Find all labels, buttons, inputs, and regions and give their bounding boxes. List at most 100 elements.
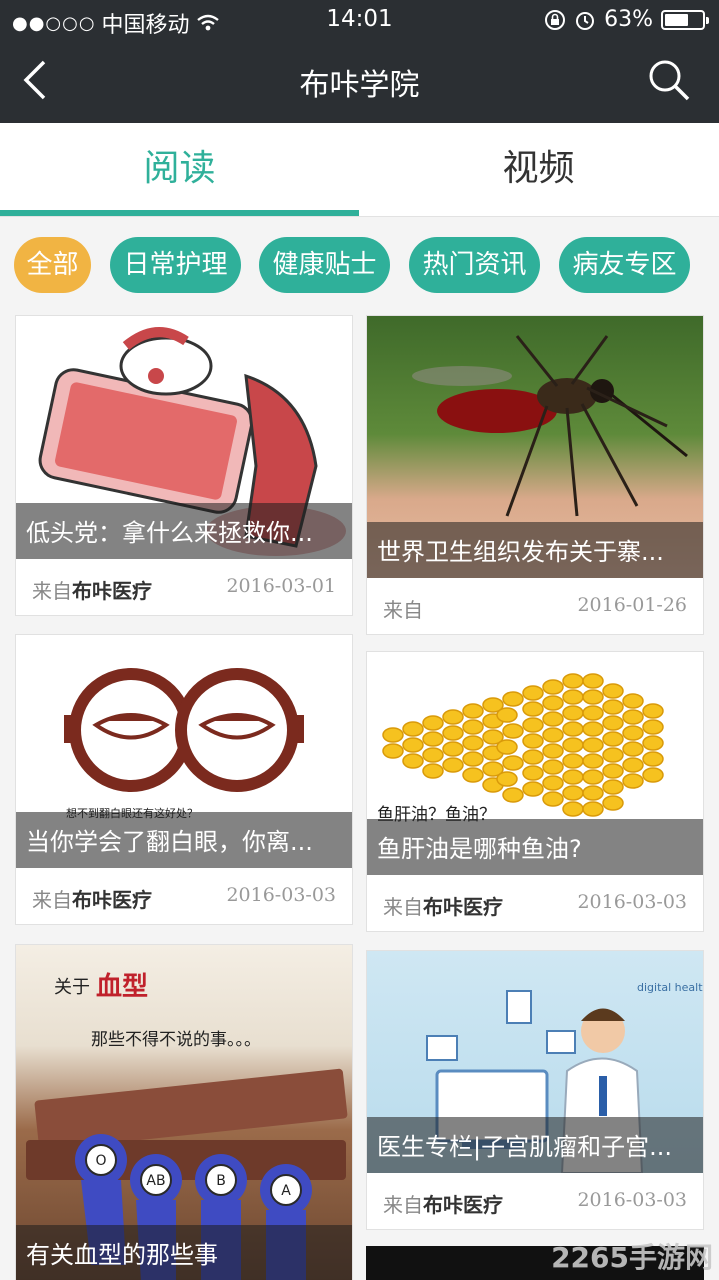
capsule xyxy=(602,747,624,763)
capsule xyxy=(622,773,644,789)
alarm-icon xyxy=(576,11,595,30)
capsule xyxy=(496,739,518,755)
capsule xyxy=(542,711,564,727)
capsule xyxy=(642,767,664,783)
category-filter: 全部 日常护理 健康贴士 热门资讯 病友专区 xyxy=(14,237,714,293)
capsule xyxy=(602,763,624,779)
capsule xyxy=(522,685,544,701)
article-thumbnail: 鱼肝油？鱼油？ 鱼肝油是哪种鱼油? xyxy=(367,652,703,875)
battery-percent: 63% xyxy=(604,7,653,32)
svg-text:AB: AB xyxy=(146,1173,165,1189)
capsule xyxy=(542,791,564,807)
capsule xyxy=(522,749,544,765)
capsule xyxy=(522,717,544,733)
article-meta: 来自布咔医疗 2016-03-03 xyxy=(367,875,703,931)
capsule xyxy=(382,743,404,759)
capsule xyxy=(622,741,644,757)
tab-indicator xyxy=(0,210,359,216)
capsule xyxy=(562,785,584,801)
capsule xyxy=(622,757,644,773)
rotation-lock-icon xyxy=(545,9,566,30)
tab-read[interactable]: 阅读 xyxy=(0,123,359,217)
article-card[interactable]: 低头党：拿什么来拯救你... 来自布咔医疗 2016-03-01 xyxy=(15,315,353,616)
capsule xyxy=(622,725,644,741)
svg-text:digital health: digital health xyxy=(637,981,703,994)
capsule xyxy=(582,705,604,721)
capsule xyxy=(542,679,564,695)
capsule xyxy=(542,727,564,743)
category-daily-care[interactable]: 日常护理 xyxy=(110,237,241,293)
article-date: 2016-03-03 xyxy=(226,884,336,906)
capsule xyxy=(462,751,484,767)
article-thumbnail: 低头党：拿什么来拯救你... xyxy=(16,316,352,559)
capsule xyxy=(562,769,584,785)
capsule xyxy=(622,693,644,709)
article-thumbnail: 想不到翻白眼还有这好处？ 当你学会了翻白眼，你离... xyxy=(16,635,352,868)
article-thumbnail: digital health 医生专栏|子宫肌瘤和子宫... xyxy=(367,951,703,1173)
capsule xyxy=(462,767,484,783)
article-meta: 来自 2016-01-26 xyxy=(367,578,703,634)
article-meta: 来自布咔医疗 2016-03-01 xyxy=(16,559,352,615)
article-title: 低头党：拿什么来拯救你... xyxy=(16,503,352,559)
article-meta: 来自布咔医疗 2016-03-03 xyxy=(367,1173,703,1229)
capsule xyxy=(502,755,524,771)
article-title: 当你学会了翻白眼，你离... xyxy=(16,812,352,868)
article-card[interactable]: digital health 医生专栏|子宫肌瘤和子宫... 来自布咔医疗 20… xyxy=(366,950,704,1230)
category-hot-news[interactable]: 热门资讯 xyxy=(409,237,540,293)
svg-text:O: O xyxy=(95,1153,106,1169)
capsule xyxy=(422,763,444,779)
capsule xyxy=(582,769,604,785)
capsule xyxy=(562,721,584,737)
page-title: 布咔学院 xyxy=(299,68,420,103)
capsule xyxy=(622,709,644,725)
capsule xyxy=(562,673,584,689)
battery-level xyxy=(665,13,688,26)
svg-text:B: B xyxy=(216,1173,226,1189)
svg-text:血型: 血型 xyxy=(96,972,148,1002)
capsule xyxy=(442,757,464,773)
tab-video[interactable]: 视频 xyxy=(359,123,718,217)
capsule xyxy=(462,719,484,735)
article-source: 来自布咔医疗 xyxy=(32,579,152,603)
capsule xyxy=(602,683,624,699)
capsule xyxy=(602,715,624,731)
capsule xyxy=(542,743,564,759)
capsule xyxy=(642,719,664,735)
capsule xyxy=(442,725,464,741)
article-card[interactable]: 世界卫生组织发布关于寨... 来自 2016-01-26 xyxy=(366,315,704,635)
article-meta: 来自布咔医疗 2016-03-03 xyxy=(16,868,352,924)
battery-icon xyxy=(661,9,709,30)
capsule xyxy=(462,703,484,719)
capsule xyxy=(522,733,544,749)
capsule xyxy=(422,731,444,747)
status-bar: ●●○○○ 中国移动 14:01 63% xyxy=(0,0,719,40)
capsule xyxy=(442,741,464,757)
capsule xyxy=(582,753,604,769)
article-date: 2016-03-01 xyxy=(226,575,336,597)
capsule xyxy=(562,737,584,753)
article-thumbnail: 关于 血型 那些不得不说的事。。。 O AB B A 有关血型的那些事 xyxy=(16,945,352,1280)
capsule xyxy=(582,785,604,801)
capsule xyxy=(642,703,664,719)
article-source: 来自布咔医疗 xyxy=(383,1193,503,1217)
article-date: 2016-01-26 xyxy=(577,594,687,616)
capsule xyxy=(382,727,404,743)
category-patient-zone[interactable]: 病友专区 xyxy=(559,237,690,293)
search-icon[interactable] xyxy=(647,58,691,102)
top-bar: ●●○○○ 中国移动 14:01 63% 布咔学院 xyxy=(0,0,719,123)
article-card[interactable]: 关于 血型 那些不得不说的事。。。 O AB B A 有关血型的那些事 xyxy=(15,944,353,1280)
svg-text:关于: 关于 xyxy=(54,977,90,998)
capsule xyxy=(402,737,424,753)
capsule xyxy=(522,765,544,781)
capsule xyxy=(422,747,444,763)
article-source: 来自布咔医疗 xyxy=(32,888,152,912)
capsule xyxy=(642,735,664,751)
category-all[interactable]: 全部 xyxy=(14,237,91,293)
article-card[interactable]: 鱼肝油？鱼油？ 鱼肝油是哪种鱼油? 来自布咔医疗 2016-03-03 xyxy=(366,651,704,932)
article-card[interactable]: 想不到翻白眼还有这好处？ 当你学会了翻白眼，你离... 来自布咔医疗 2016-… xyxy=(15,634,353,925)
category-health-tips[interactable]: 健康贴士 xyxy=(259,237,390,293)
capsule xyxy=(542,775,564,791)
capsule xyxy=(582,673,604,689)
watermark-logo: 2265手游网 xyxy=(551,1241,713,1274)
article-date: 2016-03-03 xyxy=(577,891,687,913)
